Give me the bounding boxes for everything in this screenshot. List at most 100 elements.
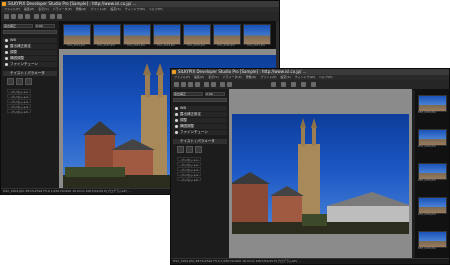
section-label: WB [10,38,16,42]
bullet-icon [5,51,8,54]
print-icon[interactable] [195,82,200,87]
print-icon[interactable] [25,14,30,19]
menu-view[interactable]: 表示(V) [208,75,218,79]
menu-edit[interactable]: 編集(E) [24,7,34,11]
exposure-label: 露出補正 [173,92,203,96]
menu-settings[interactable]: 設定(S) [280,75,290,79]
tool-icon[interactable] [291,82,296,87]
preset-item[interactable]: プリセット3 [177,167,201,172]
thumbnail[interactable] [418,95,447,112]
status-bar: DSC_0001.JPG 3872x2592 F5.6 1/250 ISO200… [171,258,449,264]
thumbnail-label: DSC_0005.JPG [418,247,436,250]
thumbnail[interactable] [418,129,447,146]
tool-icon[interactable] [301,82,306,87]
section-label: 調整 [10,50,17,54]
menu-develop[interactable]: 現像(D) [246,75,257,79]
thumbnail-strip: DSC_0001.JPG DSC_0002.JPG DSC_0003.JPG D… [59,21,279,49]
fit-icon[interactable] [57,14,62,19]
palette-button-icon[interactable] [195,146,202,153]
preset-item[interactable]: プリセット1 [177,157,201,162]
preset-item[interactable]: プリセット1 [7,89,31,94]
menu-develop[interactable]: 現像(D) [76,7,87,11]
section-sharp[interactable]: ファインチューン [3,62,57,67]
palette-header: テイスト / パラメータ [3,71,57,76]
menu-help[interactable]: ヘルプ(H) [149,7,163,11]
exposure-value[interactable]: 0.00 [35,24,55,28]
open-icon[interactable] [174,82,179,87]
save-icon[interactable] [11,14,16,19]
section-noise[interactable]: 構図調整 [3,56,57,61]
rotate-left-icon[interactable] [204,82,209,87]
rotate-left-icon[interactable] [34,14,39,19]
section-tone[interactable]: 調整 [3,50,57,55]
menu-file[interactable]: ファイル(F) [174,75,190,79]
menu-edit[interactable]: 編集(E) [194,75,204,79]
app-icon [172,70,176,74]
thumbnail[interactable] [418,197,447,214]
palette-button-icon[interactable] [16,78,23,85]
palette-button-icon[interactable] [177,146,184,153]
rotate-right-icon[interactable] [41,14,46,19]
palette-title: テイスト / パラメータ [10,71,45,75]
section-tone[interactable]: 調整 [173,118,227,123]
menu-settings[interactable]: 設定(S) [110,7,120,11]
zoom-icon[interactable] [50,14,55,19]
fit-icon[interactable] [227,82,232,87]
bullet-icon [5,45,8,48]
menu-print[interactable]: プリント(P) [90,7,106,11]
thumbnail[interactable] [418,163,447,180]
tool-icon[interactable] [281,82,286,87]
preset-item[interactable]: プリセット3 [7,99,31,104]
section-wb[interactable]: WB [3,38,57,43]
preset-item[interactable]: プリセット4 [177,172,201,177]
thumbnail[interactable] [183,24,211,45]
palette-button-icon[interactable] [25,78,32,85]
menu-view[interactable]: 表示(V) [38,7,48,11]
menu-help[interactable]: ヘルプ(H) [319,75,333,79]
thumbnail[interactable] [93,24,121,45]
develop-icon[interactable] [18,14,23,19]
thumbnail[interactable] [123,24,151,45]
menu-parameter[interactable]: パラメータ(P) [53,7,72,11]
exposure-slider[interactable] [173,98,227,102]
section-wb[interactable]: WB [173,106,227,111]
preset-item[interactable]: プリセット4 [7,104,31,109]
palette-button-icon[interactable] [7,78,14,85]
thumbnail[interactable] [418,231,447,248]
section-label: 調整 [180,118,187,122]
section-color[interactable]: 露出補正設定 [3,44,57,49]
tool-icon[interactable] [271,82,276,87]
menu-print[interactable]: プリント(P) [260,75,276,79]
bullet-icon [175,125,178,128]
preset-item[interactable]: プリセット5 [177,177,201,182]
thumbnail[interactable] [243,24,271,45]
exposure-slider[interactable] [3,30,57,34]
section-color[interactable]: 露出補正設定 [173,112,227,117]
section-noise[interactable]: 構図調整 [173,124,227,129]
open-icon[interactable] [4,14,9,19]
menu-file[interactable]: ファイル(F) [4,7,20,11]
develop-icon[interactable] [188,82,193,87]
preset-item[interactable]: プリセット2 [7,94,31,99]
section-label: WB [180,106,186,110]
church-photo [232,118,409,234]
image-viewer[interactable] [229,89,412,259]
save-icon[interactable] [181,82,186,87]
app-icon [2,2,6,6]
menu-parameter[interactable]: パラメータ(P) [223,75,242,79]
preset-item[interactable]: プリセット2 [177,162,201,167]
thumbnail[interactable] [213,24,241,45]
rotate-right-icon[interactable] [211,82,216,87]
thumbnail[interactable] [153,24,181,45]
control-panel: 露出補正 0.00 WB 露出補正設定 調整 構図調整 ファインチューン テイス… [171,89,230,259]
tool-icon[interactable] [311,82,316,87]
menu-window[interactable]: ウィンドウ(W) [295,75,315,79]
exposure-value[interactable]: 0.00 [205,92,225,96]
section-sharp[interactable]: ファインチューン [173,130,227,135]
preset-item[interactable]: プリセット5 [7,109,31,114]
thumbnail[interactable] [63,24,91,45]
menu-window[interactable]: ウィンドウ(W) [125,7,145,11]
thumbnail-label: DSC_0002.JPG [97,44,115,47]
zoom-icon[interactable] [220,82,225,87]
palette-button-icon[interactable] [186,146,193,153]
